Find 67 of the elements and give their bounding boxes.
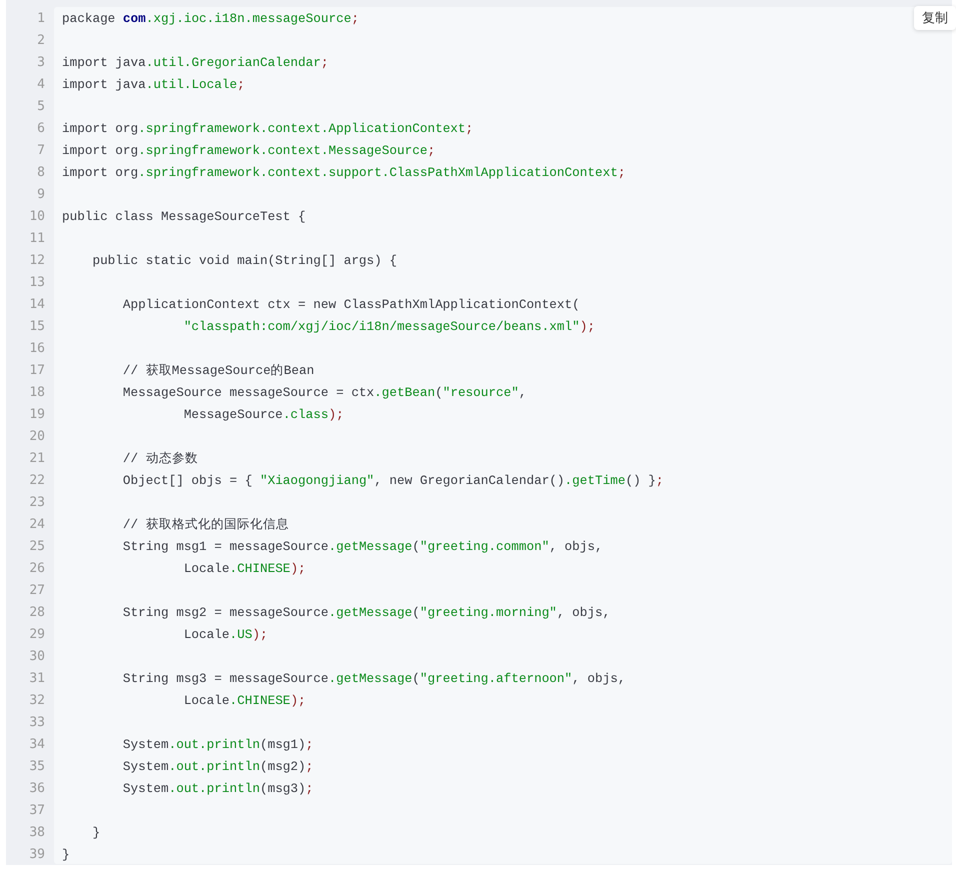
code-line: Locale.US); <box>182 626 268 644</box>
line-number: 17 <box>28 362 46 380</box>
line-number: 33 <box>28 714 46 732</box>
code-line: String msg2 = messageSource.getMessage("greeting.morning", objs, <box>122 604 610 622</box>
line-number: 15 <box>28 318 46 336</box>
line-number: 4 <box>36 76 46 94</box>
code-line: import org.springframework.context.support.ClassPathXmlApplicationContext; <box>62 164 626 182</box>
line-number: 5 <box>36 98 46 116</box>
code-line: String msg1 = messageSource.getMessage("greeting.common", objs, <box>122 538 603 556</box>
line-number: 12 <box>28 252 46 270</box>
code-line: public class MessageSourceTest { <box>62 208 306 226</box>
line-number: 7 <box>36 142 46 160</box>
line-number: 10 <box>28 208 46 226</box>
code-line: MessageSource.class); <box>182 406 344 424</box>
code-line: System.out.println(msg1); <box>122 736 314 754</box>
line-number: 19 <box>28 406 46 424</box>
code-line: // 动态参数 <box>122 450 198 468</box>
line-number: 30 <box>28 648 46 666</box>
line-number: 1 <box>36 10 46 28</box>
line-number: 32 <box>28 692 46 710</box>
line-number: 18 <box>28 384 46 402</box>
line-number: 26 <box>28 560 46 578</box>
line-number: 24 <box>28 516 46 534</box>
code-line: "classpath:com/xgj/ioc/i18n/messageSource/beans.xml"); <box>182 318 595 336</box>
code-line: Object[] objs = { "Xiaogongjiang", new GregorianCalendar().getTime() }; <box>122 472 664 490</box>
code-line: import java.util.Locale; <box>62 76 245 94</box>
code-line: import org.springframework.context.ApplicationContext; <box>62 120 474 138</box>
code-line: System.out.println(msg2); <box>122 758 314 776</box>
line-number: 31 <box>28 670 46 688</box>
line-number: 9 <box>36 186 46 204</box>
code-line: // 获取MessageSource的Bean <box>122 362 314 380</box>
code-line: Locale.CHINESE); <box>182 560 306 578</box>
code-line: import java.util.GregorianCalendar; <box>62 54 329 72</box>
line-number: 20 <box>28 428 46 446</box>
line-number: 6 <box>36 120 46 138</box>
code-line: } <box>62 846 70 864</box>
code-line: Locale.CHINESE); <box>182 692 306 710</box>
code-line: String msg3 = messageSource.getMessage("greeting.afternoon", objs, <box>122 670 626 688</box>
code-line: System.out.println(msg3); <box>122 780 314 798</box>
line-number: 22 <box>28 472 46 490</box>
line-number: 38 <box>28 824 46 842</box>
copy-button[interactable]: 复制 <box>914 6 956 30</box>
line-number: 2 <box>36 32 46 50</box>
line-number: 3 <box>36 54 46 72</box>
line-number: 21 <box>28 450 46 468</box>
line-number: 37 <box>28 802 46 820</box>
line-number: 36 <box>28 780 46 798</box>
line-number: 25 <box>28 538 46 556</box>
line-number: 14 <box>28 296 46 314</box>
line-number: 39 <box>28 846 46 864</box>
line-number: 27 <box>28 582 46 600</box>
code-line: import org.springframework.context.MessageSource; <box>62 142 436 160</box>
line-number: 23 <box>28 494 46 512</box>
line-number: 35 <box>28 758 46 776</box>
line-number: 34 <box>28 736 46 754</box>
code-line: public static void main(String[] args) { <box>91 252 398 270</box>
line-number: 13 <box>28 274 46 292</box>
line-number: 29 <box>28 626 46 644</box>
line-number: 8 <box>36 164 46 182</box>
line-number: 28 <box>28 604 46 622</box>
code-line: ApplicationContext ctx = new ClassPathXmlApplicationContext( <box>122 296 580 314</box>
code-line: } <box>91 824 100 842</box>
code-line: // 获取格式化的国际化信息 <box>122 516 289 534</box>
line-number: 16 <box>28 340 46 358</box>
code-line: package com.xgj.ioc.i18n.messageSource; <box>62 10 359 28</box>
line-number: 11 <box>28 230 46 248</box>
code-line: MessageSource messageSource = ctx.getBean("resource", <box>122 384 526 402</box>
